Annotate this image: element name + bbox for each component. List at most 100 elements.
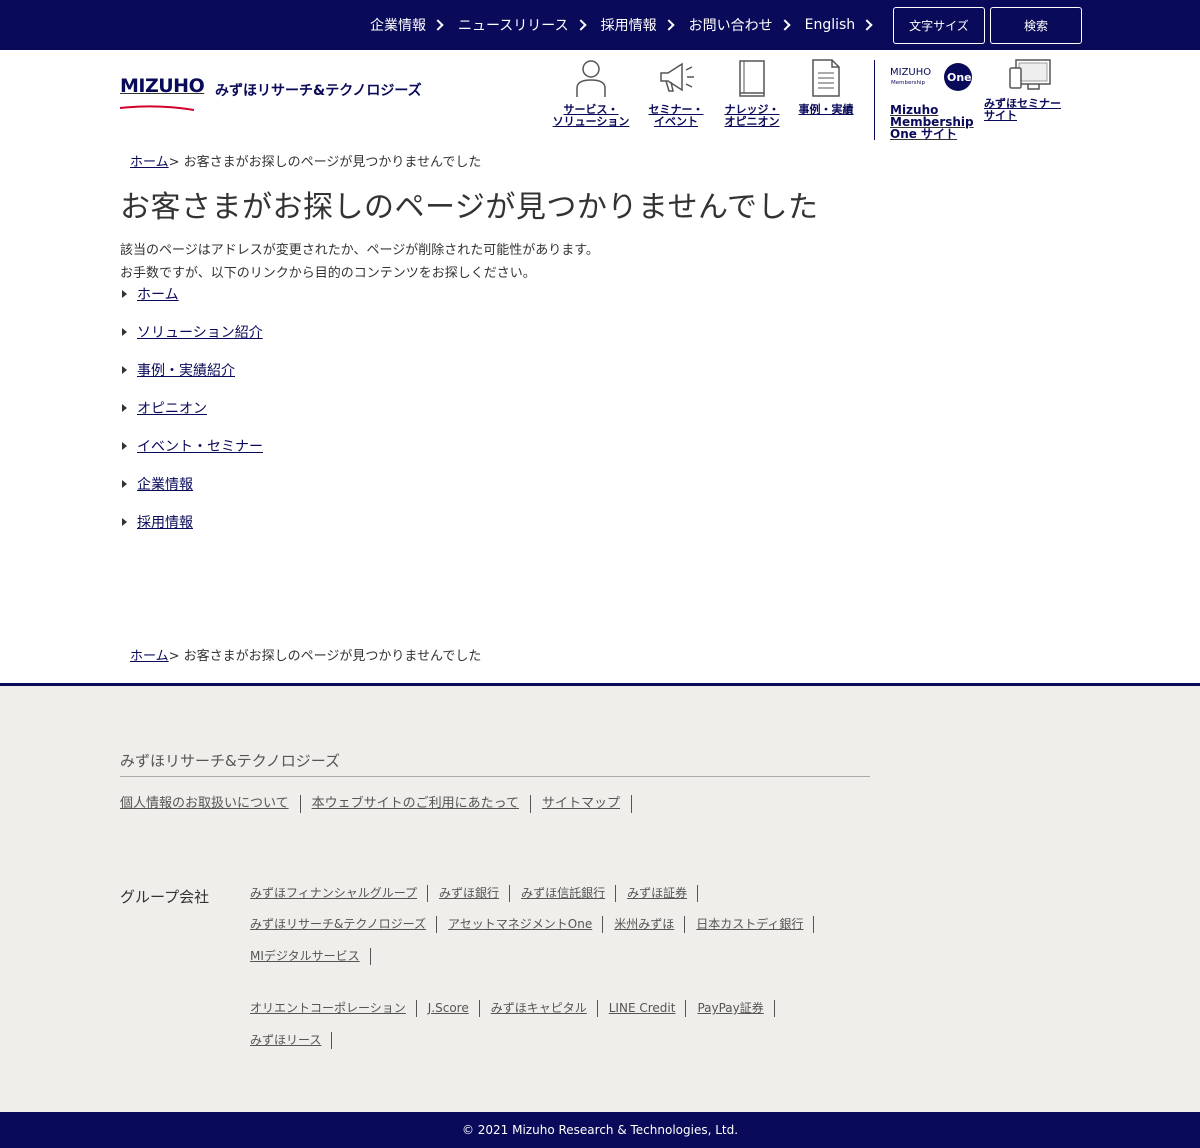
seminar-site-link[interactable]: みずほセミナー サイト — [984, 58, 1080, 122]
list-item: 企業情報 — [122, 475, 263, 493]
copyright-bar: © 2021 Mizuho Research & Technologies, L… — [0, 1112, 1200, 1148]
link-recruit[interactable]: 採用情報 — [137, 512, 193, 532]
top-nav-news[interactable]: ニュースリリース — [458, 15, 587, 35]
list-item: ソリューション紹介 — [122, 323, 263, 341]
description-line: 該当のページはアドレスが変更されたか、ページが削除された可能性があります。 — [120, 243, 599, 258]
link-list: ホーム ソリューション紹介 事例・実績紹介 オピニオン イベント・セミナー 企業… — [122, 285, 263, 551]
company-name: みずほリサーチ&テクノロジーズ — [215, 83, 422, 99]
top-nav-label: English — [804, 17, 856, 33]
membership-label-line: One サイト — [890, 127, 958, 141]
link-company[interactable]: 企業情報 — [137, 474, 193, 494]
chevron-right-icon — [861, 19, 873, 31]
nav-label: 事例・実績 — [798, 103, 854, 116]
nav-divider — [874, 60, 875, 140]
nav-knowledge[interactable]: ナレッジ・ オピニオン — [716, 58, 788, 128]
group-link[interactable]: J.Score — [428, 1000, 480, 1017]
link-opinion[interactable]: オピニオン — [137, 398, 207, 418]
footer-link-terms[interactable]: 本ウェブサイトのご利用にあたって — [312, 795, 531, 813]
group-row: オリエントコーポレーション J.Score みずほキャピタル LINE Cred… — [250, 1000, 786, 1017]
top-bar: 企業情報 ニュースリリース 採用情報 お問い合わせ English 文字サイズ … — [0, 0, 1200, 50]
mizuho-logo[interactable]: MIZUHO — [119, 75, 205, 111]
link-solutions[interactable]: ソリューション紹介 — [137, 322, 263, 342]
link-events[interactable]: イベント・セミナー — [137, 436, 263, 456]
nav-cases[interactable]: 事例・実績 — [792, 58, 860, 116]
triangle-right-icon — [122, 518, 127, 526]
group-link[interactable]: PayPay証券 — [697, 1000, 775, 1017]
group-link[interactable]: MIデジタルサービス — [250, 948, 371, 965]
top-nav-label: 採用情報 — [600, 18, 657, 34]
group-link[interactable]: みずほフィナンシャルグループ — [250, 885, 429, 902]
monitor-icon — [1009, 59, 1051, 90]
footer-link-sitemap[interactable]: サイトマップ — [542, 795, 632, 813]
group-link[interactable]: LINE Credit — [609, 1000, 687, 1017]
description-line: お手数ですが、以下のリンクから目的のコンテンツをお探しください。 — [120, 266, 536, 281]
group-row: MIデジタルサービス — [250, 948, 382, 965]
chevron-right-icon — [778, 19, 791, 31]
triangle-right-icon — [122, 480, 127, 488]
list-item: 採用情報 — [122, 513, 263, 531]
search-button[interactable]: 検索 — [990, 7, 1082, 44]
group-link[interactable]: 日本カストディ銀行 — [696, 916, 815, 933]
breadcrumb-bottom: ホーム> お客さまがお探しのページが見つかりませんでした — [130, 645, 481, 664]
nav-label: ソリューション — [552, 115, 630, 128]
seminar-site-label: サイト — [984, 109, 1017, 122]
link-home[interactable]: ホーム — [137, 284, 179, 304]
group-row: みずほリース — [250, 1032, 343, 1049]
footer-company-name: みずほリサーチ&テクノロジーズ — [120, 752, 341, 770]
triangle-right-icon — [122, 290, 127, 298]
triangle-right-icon — [122, 404, 127, 412]
footer: みずほリサーチ&テクノロジーズ 個人情報のお取扱いについて 本ウェブサイトのご利… — [0, 683, 1200, 1113]
group-link[interactable]: 米州みずほ — [614, 916, 686, 933]
membership-one-link[interactable]: MIZUHO Membership One Mizuho Membership … — [890, 62, 980, 140]
top-nav: 企業情報 ニュースリリース 採用情報 お問い合わせ English — [370, 0, 887, 50]
logo-swoosh-icon — [119, 105, 195, 111]
membership-logo-line1: MIZUHO — [890, 67, 931, 78]
list-item: オピニオン — [122, 399, 263, 417]
group-link[interactable]: みずほリサーチ&テクノロジーズ — [250, 916, 438, 933]
breadcrumb-current: > お客さまがお探しのページが見つかりませんでした — [168, 155, 482, 170]
breadcrumb-home-link[interactable]: ホーム — [130, 155, 169, 170]
group-link[interactable]: みずほ信託銀行 — [521, 885, 617, 902]
list-item: 事例・実績紹介 — [122, 361, 263, 379]
link-cases[interactable]: 事例・実績紹介 — [137, 360, 235, 380]
nav-seminars[interactable]: セミナー・ イベント — [640, 58, 712, 128]
mizuho-membership-one-logo: MIZUHO Membership One — [890, 63, 972, 91]
footer-links: 個人情報のお取扱いについて 本ウェブサイトのご利用にあたって サイトマップ — [120, 795, 643, 813]
top-nav-label: 企業情報 — [370, 18, 426, 34]
nav-label: オピニオン — [724, 115, 780, 128]
triangle-right-icon — [122, 328, 127, 336]
font-size-button[interactable]: 文字サイズ — [893, 7, 985, 44]
group-link[interactable]: みずほキャピタル — [491, 1000, 598, 1017]
footer-divider — [120, 776, 870, 777]
top-nav-label: ニュースリリース — [458, 18, 569, 34]
group-link[interactable]: アセットマネジメントOne — [448, 916, 604, 933]
chevron-right-icon — [662, 19, 675, 31]
top-nav-label: お問い合わせ — [688, 18, 773, 34]
top-nav-english[interactable]: English — [805, 17, 874, 33]
membership-logo-one: One — [947, 71, 972, 84]
chevron-right-icon — [432, 19, 444, 31]
book-icon — [739, 60, 765, 97]
group-link[interactable]: みずほ証券 — [627, 885, 699, 902]
nav-services[interactable]: サービス・ ソリューション — [548, 58, 634, 128]
logo-wordmark: MIZUHO — [120, 75, 205, 97]
page-title: お客さまがお探しのページが見つかりませんでした — [120, 190, 819, 225]
group-link[interactable]: みずほ銀行 — [439, 885, 511, 902]
group-row: みずほフィナンシャルグループ みずほ銀行 みずほ信託銀行 みずほ証券 — [250, 885, 709, 902]
membership-logo-line2: Membership — [891, 80, 926, 86]
list-item: ホーム — [122, 285, 263, 303]
list-item: イベント・セミナー — [122, 437, 263, 455]
group-companies-label: グループ会社 — [120, 888, 210, 906]
footer-link-privacy[interactable]: 個人情報のお取扱いについて — [120, 795, 301, 813]
top-nav-recruit[interactable]: 採用情報 — [601, 15, 675, 35]
person-icon — [576, 60, 606, 97]
top-nav-contact[interactable]: お問い合わせ — [689, 15, 791, 35]
group-link[interactable]: オリエントコーポレーション — [250, 1000, 417, 1017]
breadcrumb: ホーム> お客さまがお探しのページが見つかりませんでした — [130, 151, 481, 170]
top-nav-company[interactable]: 企業情報 — [370, 15, 444, 35]
copyright-text: © 2021 Mizuho Research & Technologies, L… — [461, 1123, 739, 1137]
membership-label: Mizuho Membership One サイト — [890, 104, 980, 140]
group-link[interactable]: みずほリース — [250, 1032, 333, 1049]
breadcrumb-home-link[interactable]: ホーム — [130, 649, 169, 664]
triangle-right-icon — [122, 366, 127, 374]
